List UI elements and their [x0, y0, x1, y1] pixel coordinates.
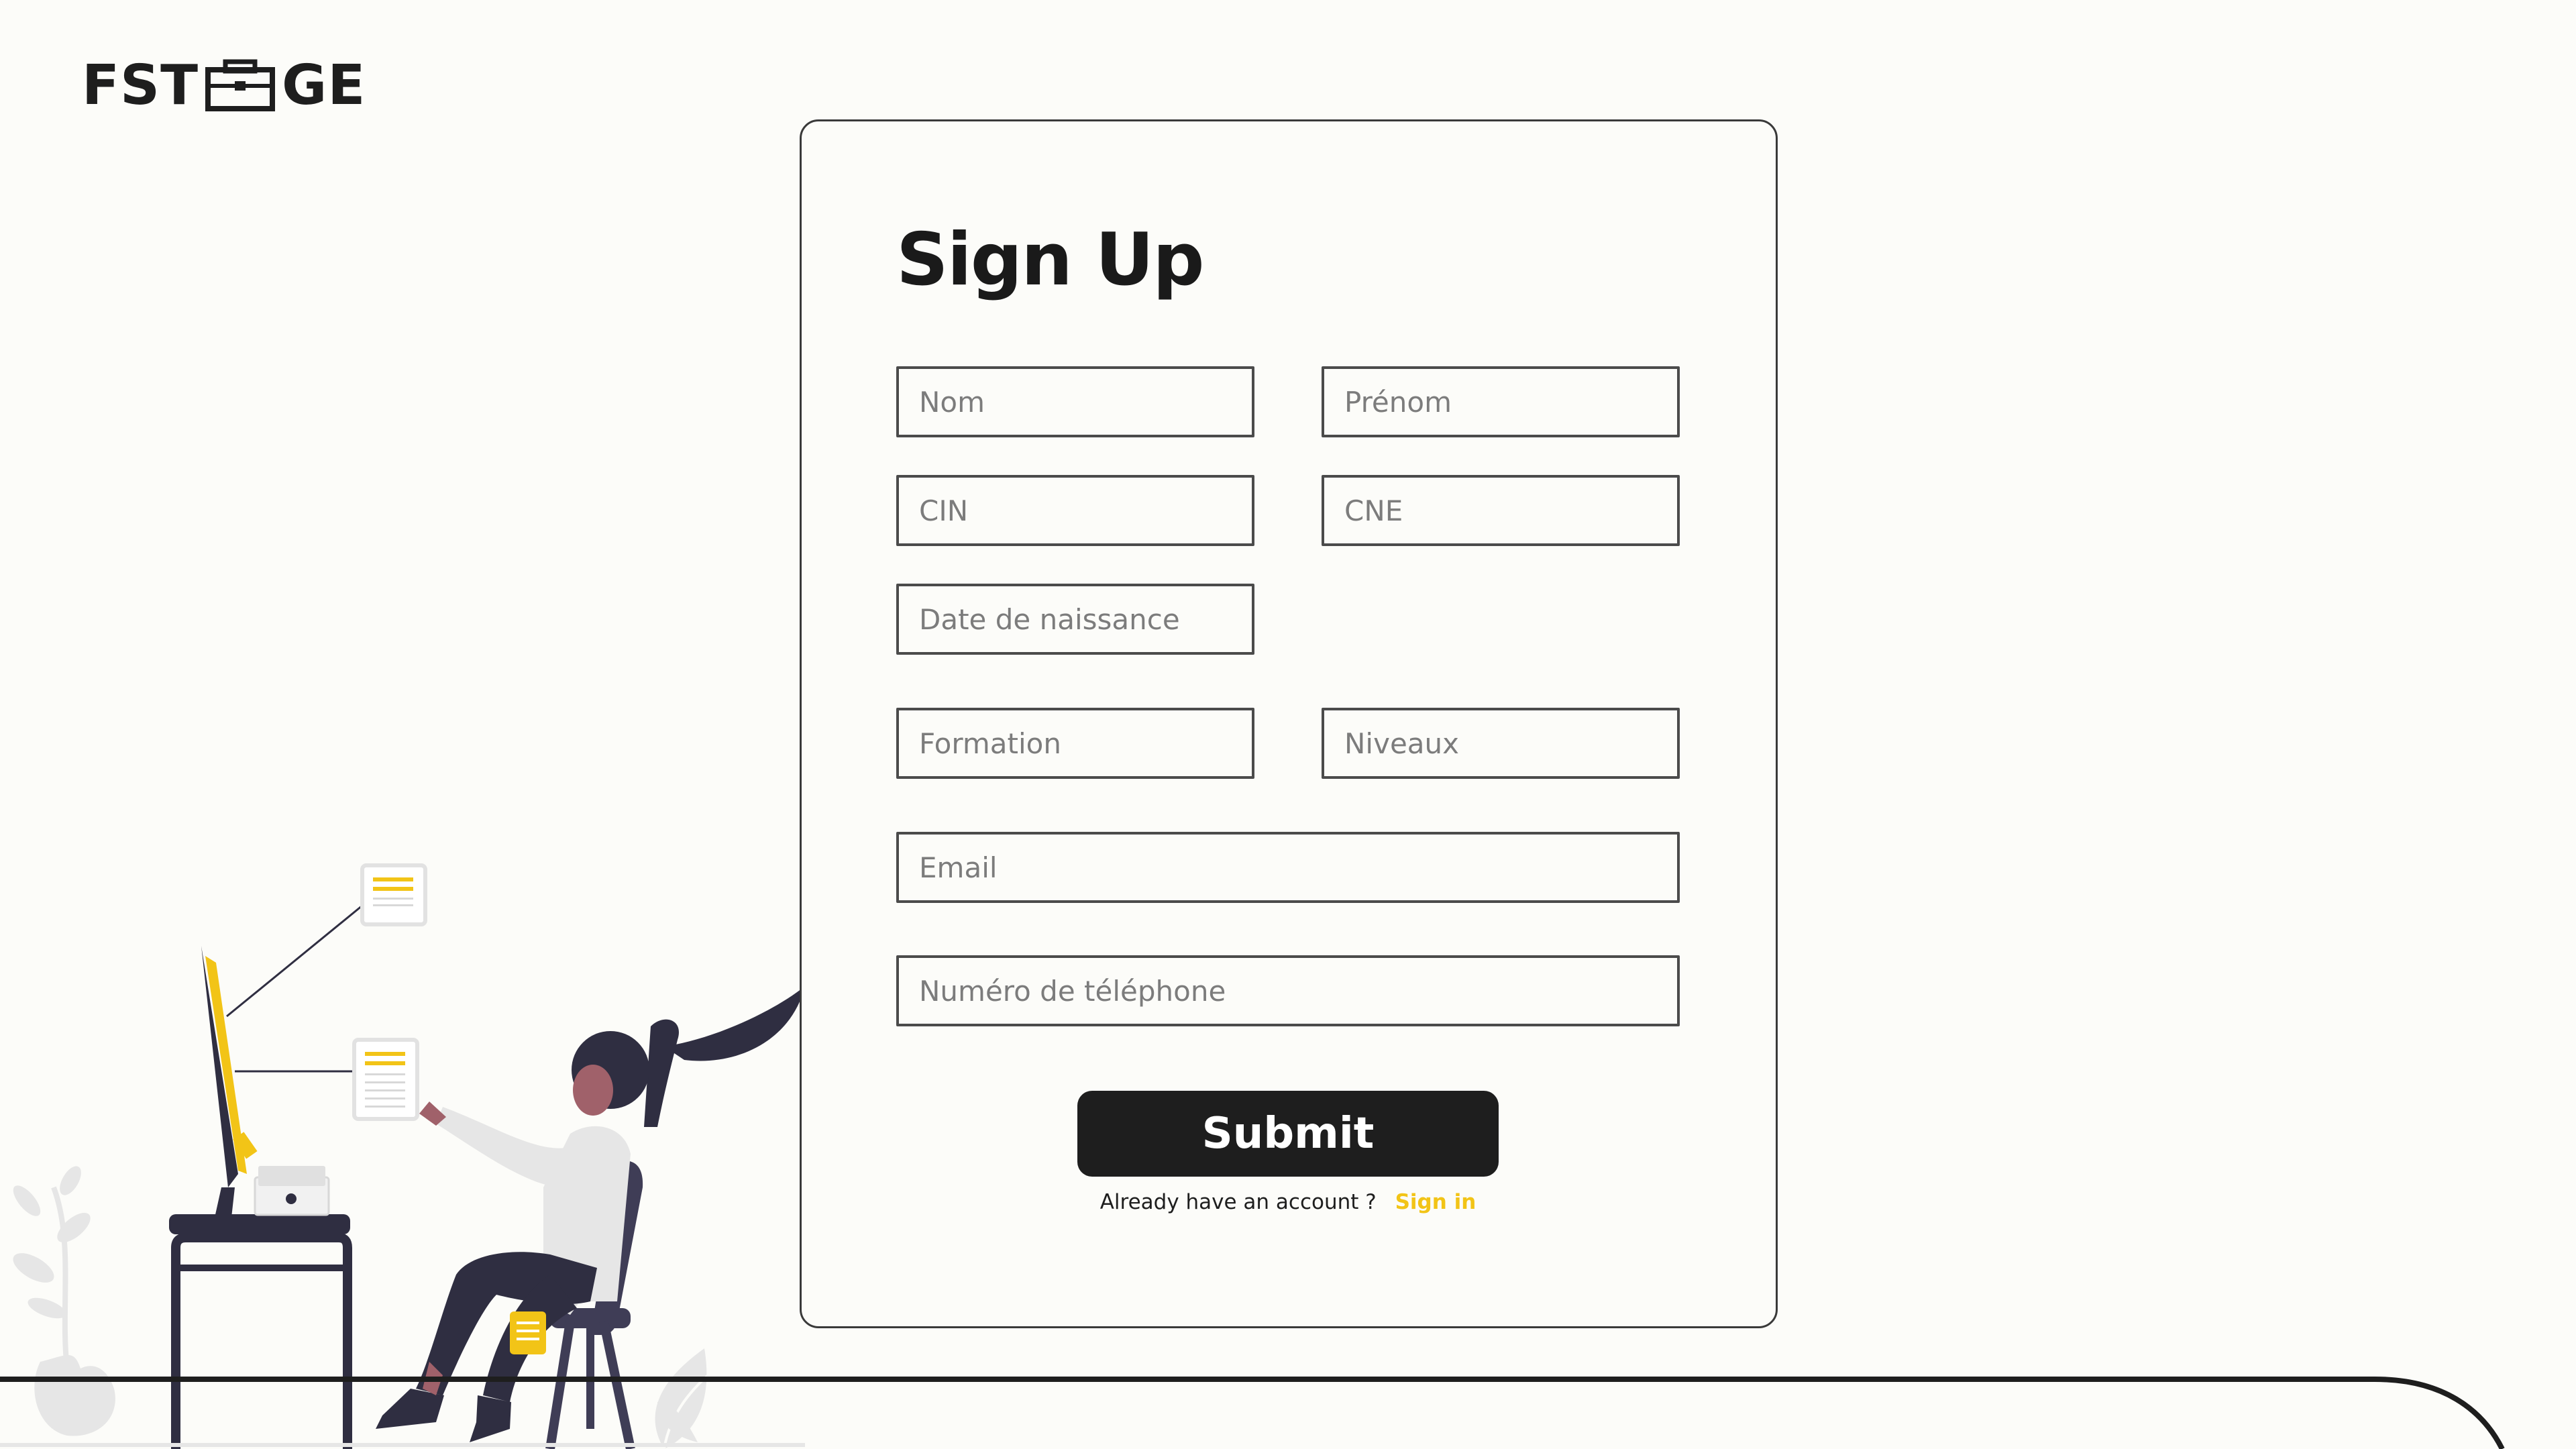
- prenom-input[interactable]: [1322, 366, 1680, 437]
- floor-line: [0, 1377, 2505, 1449]
- telephone-input[interactable]: [896, 955, 1680, 1026]
- cne-input[interactable]: [1322, 475, 1680, 546]
- workspace-illustration: [13, 863, 805, 1449]
- date-naissance-input[interactable]: [896, 584, 1254, 655]
- cin-input[interactable]: [896, 475, 1254, 546]
- page-title: Sign Up: [896, 218, 1205, 302]
- signin-link[interactable]: Sign in: [1395, 1190, 1477, 1214]
- account-prompt-text: Already have an account ?: [1099, 1190, 1377, 1214]
- brand-logo[interactable]: FST GE: [82, 53, 366, 117]
- signin-prompt: Already have an account ? Sign in: [1046, 1190, 1529, 1214]
- briefcase-icon: [205, 59, 276, 111]
- nom-input[interactable]: [896, 366, 1254, 437]
- brand-text-left: FST: [82, 53, 199, 117]
- monitor-icon: [201, 946, 258, 1218]
- document-icon: [352, 1038, 419, 1121]
- niveaux-input[interactable]: [1322, 708, 1680, 779]
- brand-text-right: GE: [282, 53, 366, 117]
- formation-input[interactable]: [896, 708, 1254, 779]
- submit-button[interactable]: Submit: [1077, 1091, 1499, 1177]
- document-icon: [360, 863, 427, 926]
- email-input[interactable]: [896, 832, 1680, 903]
